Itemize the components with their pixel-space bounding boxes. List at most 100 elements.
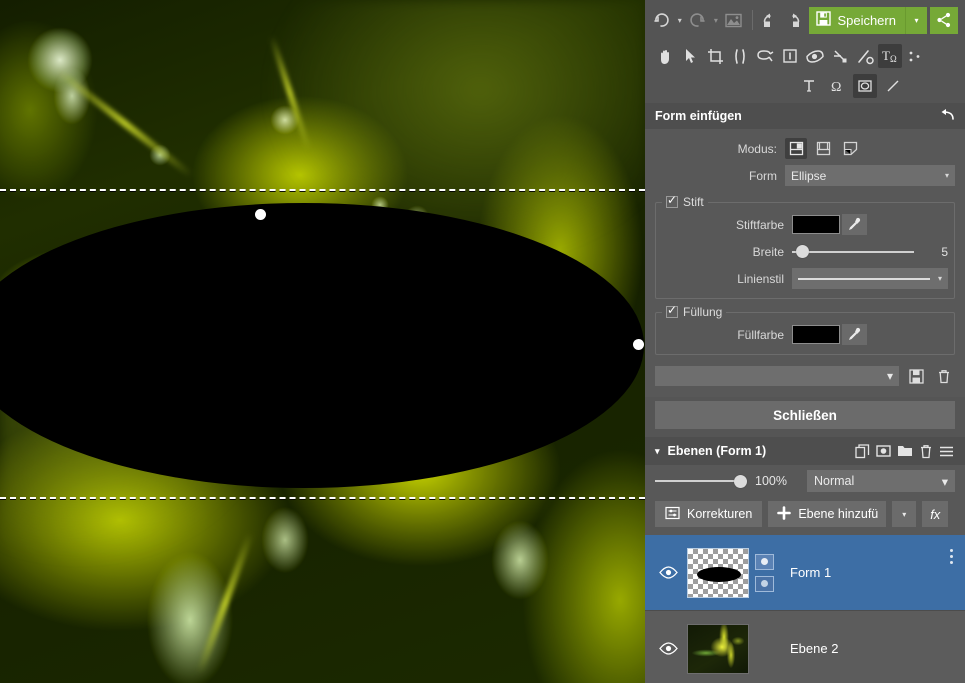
layer-actions-row: Korrekturen Ebene hinzufü ▾ fx: [645, 497, 965, 535]
shape-thumbnail: [687, 547, 749, 598]
badge-dot: [761, 558, 768, 565]
form-select[interactable]: Ellipse ▾: [785, 165, 955, 186]
red-eye-tool-icon[interactable]: [803, 44, 827, 68]
shape-handle-right[interactable]: [633, 339, 644, 350]
retouch-tool-icon[interactable]: [828, 44, 852, 68]
fill-group-label: Füllung: [683, 305, 723, 319]
rotate-left-icon[interactable]: [760, 7, 780, 33]
kebab-menu-icon[interactable]: [950, 549, 953, 564]
pen-enable-checkbox[interactable]: [666, 193, 678, 208]
save-button[interactable]: Speichern: [809, 6, 905, 34]
preset-row: ▾: [655, 357, 955, 393]
layer-effects-button[interactable]: fx: [922, 501, 949, 527]
save-options-caret[interactable]: ▾: [904, 6, 927, 34]
layer-thumbnail-wrap[interactable]: [687, 547, 749, 598]
lasso-tool-icon[interactable]: [753, 44, 777, 68]
shape-tool-icon[interactable]: [853, 74, 877, 98]
canvas-area[interactable]: [0, 0, 645, 683]
undo-history-caret[interactable]: ▾: [675, 16, 686, 25]
layers-panel-title: Ebenen (Form 1): [667, 444, 767, 458]
pen-width-slider[interactable]: [792, 241, 914, 262]
shape-handle-top[interactable]: [255, 209, 266, 220]
mode-new-shape-icon[interactable]: [785, 138, 807, 159]
add-layer-caret[interactable]: ▾: [892, 501, 917, 527]
svg-text:T: T: [882, 48, 890, 63]
photo-thumbnail: [687, 623, 749, 674]
delete-layer-icon[interactable]: [915, 440, 936, 462]
symbol-omega-tool-icon[interactable]: Ω: [825, 74, 849, 98]
blend-mode-select[interactable]: Normal ▾: [807, 470, 955, 492]
selection-marquee-top: [0, 189, 645, 191]
shape-panel-body: Modus: Form Ellipse ▾ ✓ Stift Stiftfarbe…: [645, 129, 965, 397]
layer-item-form-1[interactable]: Form 1: [645, 535, 965, 611]
redo-icon[interactable]: [688, 7, 708, 33]
close-button[interactable]: Schließen: [655, 401, 955, 429]
text-and-symbol-tool-icon[interactable]: TΩ: [878, 44, 902, 68]
duplicate-layer-icon[interactable]: [852, 440, 873, 462]
eye-icon[interactable]: [655, 566, 681, 579]
share-icon[interactable]: [929, 6, 958, 34]
image-icon[interactable]: [724, 7, 744, 33]
pen-eyedropper-icon[interactable]: [842, 214, 867, 235]
layer-opacity-knob[interactable]: [734, 474, 747, 488]
fill-enable-checkbox[interactable]: [666, 303, 678, 318]
preset-select[interactable]: ▾: [655, 366, 899, 386]
reset-arrow-icon[interactable]: [939, 108, 955, 125]
eye-icon[interactable]: [655, 642, 681, 655]
layer-mask-icon[interactable]: [873, 440, 894, 462]
layer-thumbnail-wrap[interactable]: [687, 623, 749, 674]
pen-group-label: Stift: [683, 195, 704, 209]
chevron-down-icon: ▾: [941, 474, 948, 489]
layer-opacity-row: 100% Normal ▾: [645, 465, 965, 497]
crop-tool-icon[interactable]: [703, 44, 727, 68]
redo-history-caret[interactable]: ▾: [711, 16, 722, 25]
effect-brush-tool-icon[interactable]: [853, 44, 877, 68]
blend-mode-value: Normal: [814, 474, 855, 488]
pen-color-swatch[interactable]: [792, 215, 840, 234]
clone-tool-icon[interactable]: [728, 44, 752, 68]
add-layer-label: Ebene hinzufü: [798, 507, 879, 521]
pen-color-label: Stiftfarbe: [735, 217, 784, 232]
hand-tool-icon[interactable]: [653, 44, 677, 68]
pen-width-knob[interactable]: [796, 245, 809, 258]
fill-color-swatch[interactable]: [792, 325, 840, 344]
points-tool-icon[interactable]: [903, 44, 927, 68]
layer-name-ebene-2: Ebene 2: [790, 641, 839, 656]
layers-menu-icon[interactable]: [936, 440, 957, 462]
undo-icon[interactable]: [652, 7, 672, 33]
pen-width-track: [792, 250, 914, 253]
layer-style-badge-icon[interactable]: [755, 575, 774, 592]
mode-add-shape-icon[interactable]: [812, 138, 834, 159]
mode-subtract-shape-icon[interactable]: [839, 138, 861, 159]
fill-group: Füllung Füllfarbe: [655, 303, 955, 355]
vector-shape-badge-icon[interactable]: [755, 553, 774, 570]
pointer-tool-icon[interactable]: [678, 44, 702, 68]
text-tool-icon[interactable]: [797, 74, 821, 98]
save-preset-icon[interactable]: [905, 365, 927, 387]
save-button-group: Speichern ▾: [809, 6, 958, 34]
corrections-button[interactable]: Korrekturen: [655, 501, 763, 527]
trash-icon[interactable]: [933, 365, 955, 387]
mode-label: Modus:: [737, 141, 777, 156]
photo-editor-window: ▾ ▾ Speichern ▾ T Ω Ω Form einfügen Modu…: [0, 0, 965, 683]
pen-width-row: Breite 5: [662, 238, 948, 265]
layers-collapse-caret[interactable]: ▾: [655, 446, 660, 457]
badge-dot: [761, 580, 768, 587]
new-group-icon[interactable]: [894, 440, 915, 462]
selection-marquee-bottom: [0, 497, 645, 499]
add-layer-button[interactable]: Ebene hinzufü: [768, 501, 887, 527]
linestyle-preview: [798, 277, 930, 280]
rectangle-select-tool-icon[interactable]: [778, 44, 802, 68]
corrections-label: Korrekturen: [687, 507, 753, 521]
chevron-down-icon: ▾: [944, 171, 949, 180]
fill-eyedropper-icon[interactable]: [842, 324, 867, 345]
layer-item-ebene-2[interactable]: Ebene 2: [645, 611, 965, 683]
right-panel: ▾ ▾ Speichern ▾ T Ω Ω Form einfügen Modu…: [645, 0, 965, 683]
pen-linestyle-select[interactable]: ▾: [792, 268, 948, 289]
chevron-down-icon: ▾: [886, 369, 893, 383]
line-tool-icon[interactable]: [881, 74, 905, 98]
layer-opacity-slider[interactable]: [655, 471, 747, 492]
rotate-right-icon[interactable]: [783, 7, 803, 33]
form-label: Form: [749, 168, 777, 183]
pen-width-label: Breite: [752, 244, 784, 259]
